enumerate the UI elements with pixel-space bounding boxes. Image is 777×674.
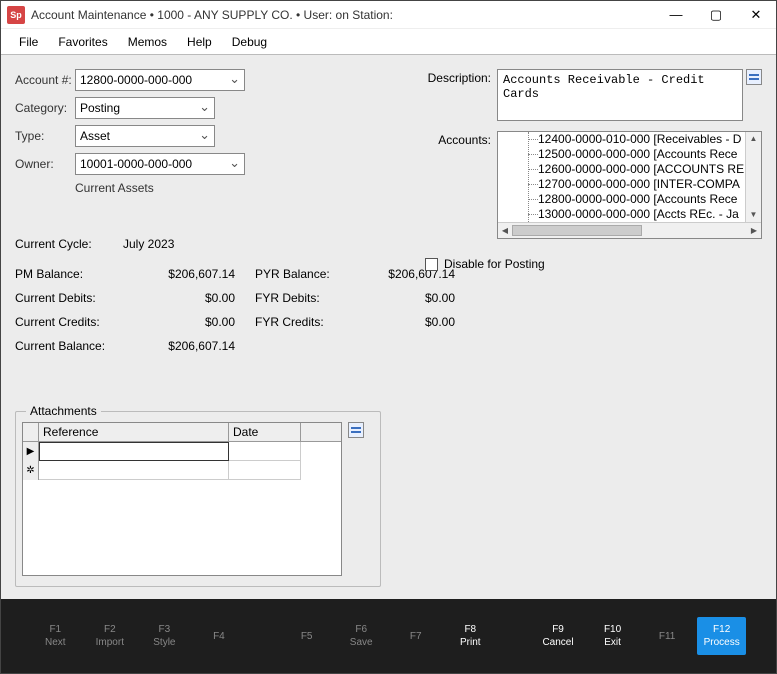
current-debits-label: Current Debits: [15,291,125,305]
category-value: Posting [80,101,120,115]
scroll-down-icon[interactable]: ▼ [746,208,761,222]
menu-file[interactable]: File [9,31,48,53]
current-cycle-value: July 2023 [123,237,174,251]
fkey-f9[interactable]: F9Cancel [534,617,583,655]
fkey-f12[interactable]: F12Process [697,617,746,655]
tree-item[interactable]: 12400-0000-010-000 [Receivables - D [538,132,761,147]
column-header-date[interactable]: Date [229,423,301,441]
fkey-f3[interactable]: F3Style [140,617,189,655]
row-selector-icon[interactable]: ▶ [23,442,39,461]
type-value: Asset [80,129,110,143]
account-number-value: 12800-0000-000-000 [80,73,192,87]
current-credits-value: $0.00 [125,315,255,329]
current-balance-value: $206,607.14 [125,339,255,353]
scroll-thumb[interactable] [512,225,642,236]
menu-favorites[interactable]: Favorites [48,31,117,53]
title-bar: Sp Account Maintenance • 1000 - ANY SUPP… [1,1,776,29]
current-cycle-label: Current Cycle: [15,237,123,251]
fyr-debits-label: FYR Debits: [255,291,365,305]
category-label: Category: [15,101,75,115]
fkey-f7[interactable]: F7 [391,624,440,649]
attachments-list-icon[interactable] [348,422,364,438]
fyr-credits-label: FYR Credits: [255,315,365,329]
scroll-right-icon[interactable]: ▶ [747,223,761,238]
pm-balance-label: PM Balance: [15,267,125,281]
owner-dropdown[interactable]: 10001-0000-000-000 [75,153,245,175]
current-balance-label: Current Balance: [15,339,125,353]
reference-cell[interactable] [39,461,229,480]
disable-for-posting-checkbox[interactable] [425,258,438,271]
new-row-icon[interactable]: ✲ [23,461,39,480]
description-label: Description: [425,69,497,85]
menu-debug[interactable]: Debug [222,31,277,53]
column-header-reference[interactable]: Reference [39,423,229,441]
date-cell[interactable] [229,442,301,461]
menu-memos[interactable]: Memos [118,31,177,53]
app-icon: Sp [7,6,25,24]
tree-scrollbar-vertical[interactable]: ▲ ▼ [745,132,761,222]
tree-item[interactable]: 12800-0000-000-000 [Accounts Rece [538,192,761,207]
fkey-f8[interactable]: F8Print [446,617,495,655]
category-dropdown[interactable]: Posting [75,97,215,119]
tree-item[interactable]: 12700-0000-000-000 [INTER-COMPA [538,177,761,192]
description-list-icon[interactable] [746,69,762,85]
tree-item[interactable]: 13000-0000-000-000 [Accts REc. - Ja [538,207,761,222]
fkey-f11[interactable]: F11 [643,624,692,649]
scroll-up-icon[interactable]: ▲ [746,132,761,146]
window-title: Account Maintenance • 1000 - ANY SUPPLY … [31,8,656,22]
maximize-button[interactable]: ▢ [696,1,736,29]
fkey-f6[interactable]: F6Save [337,617,386,655]
fkey-f10[interactable]: F10Exit [588,617,637,655]
attachments-grid[interactable]: Reference Date ▶ ✲ [22,422,342,576]
menu-help[interactable]: Help [177,31,222,53]
tree-item[interactable]: 12500-0000-000-000 [Accounts Rece [538,147,761,162]
current-credits-label: Current Credits: [15,315,125,329]
fkey-f2[interactable]: F2Import [86,617,135,655]
type-label: Type: [15,129,75,143]
tree-scrollbar-horizontal[interactable]: ◀ ▶ [498,222,761,238]
owner-value: 10001-0000-000-000 [80,157,192,171]
menu-bar: File Favorites Memos Help Debug [1,29,776,55]
scroll-left-icon[interactable]: ◀ [498,223,512,238]
description-textarea[interactable]: Accounts Receivable - Credit Cards [497,69,743,121]
pyr-balance-label: PYR Balance: [255,267,365,281]
owner-description: Current Assets [75,181,425,195]
accounts-label: Accounts: [425,131,497,147]
reference-cell-input[interactable] [39,442,229,461]
date-cell[interactable] [229,461,301,480]
fkey-f4[interactable]: F4 [195,624,244,649]
attachments-fieldset: Attachments Reference Date ▶ ✲ [15,411,381,587]
current-debits-value: $0.00 [125,291,255,305]
pm-balance-value: $206,607.14 [125,267,255,281]
tree-item[interactable]: 12600-0000-000-000 [ACCOUNTS RE [538,162,761,177]
type-dropdown[interactable]: Asset [75,125,215,147]
content-area: Account #: 12800-0000-000-000 Category: … [1,55,776,599]
account-number-dropdown[interactable]: 12800-0000-000-000 [75,69,245,91]
attachments-legend: Attachments [26,404,101,418]
accounts-tree[interactable]: 12400-0000-010-000 [Receivables - D 1250… [497,131,762,239]
disable-for-posting-label: Disable for Posting [444,257,545,271]
account-number-label: Account #: [15,73,75,87]
minimize-button[interactable]: — [656,1,696,29]
owner-label: Owner: [15,157,75,171]
fkey-f5[interactable]: F5 [282,624,331,649]
function-key-bar: F1NextF2ImportF3StyleF4 F5F6SaveF7F8Print… [1,599,776,673]
fkey-f1[interactable]: F1Next [31,617,80,655]
close-button[interactable]: ✕ [736,1,776,29]
